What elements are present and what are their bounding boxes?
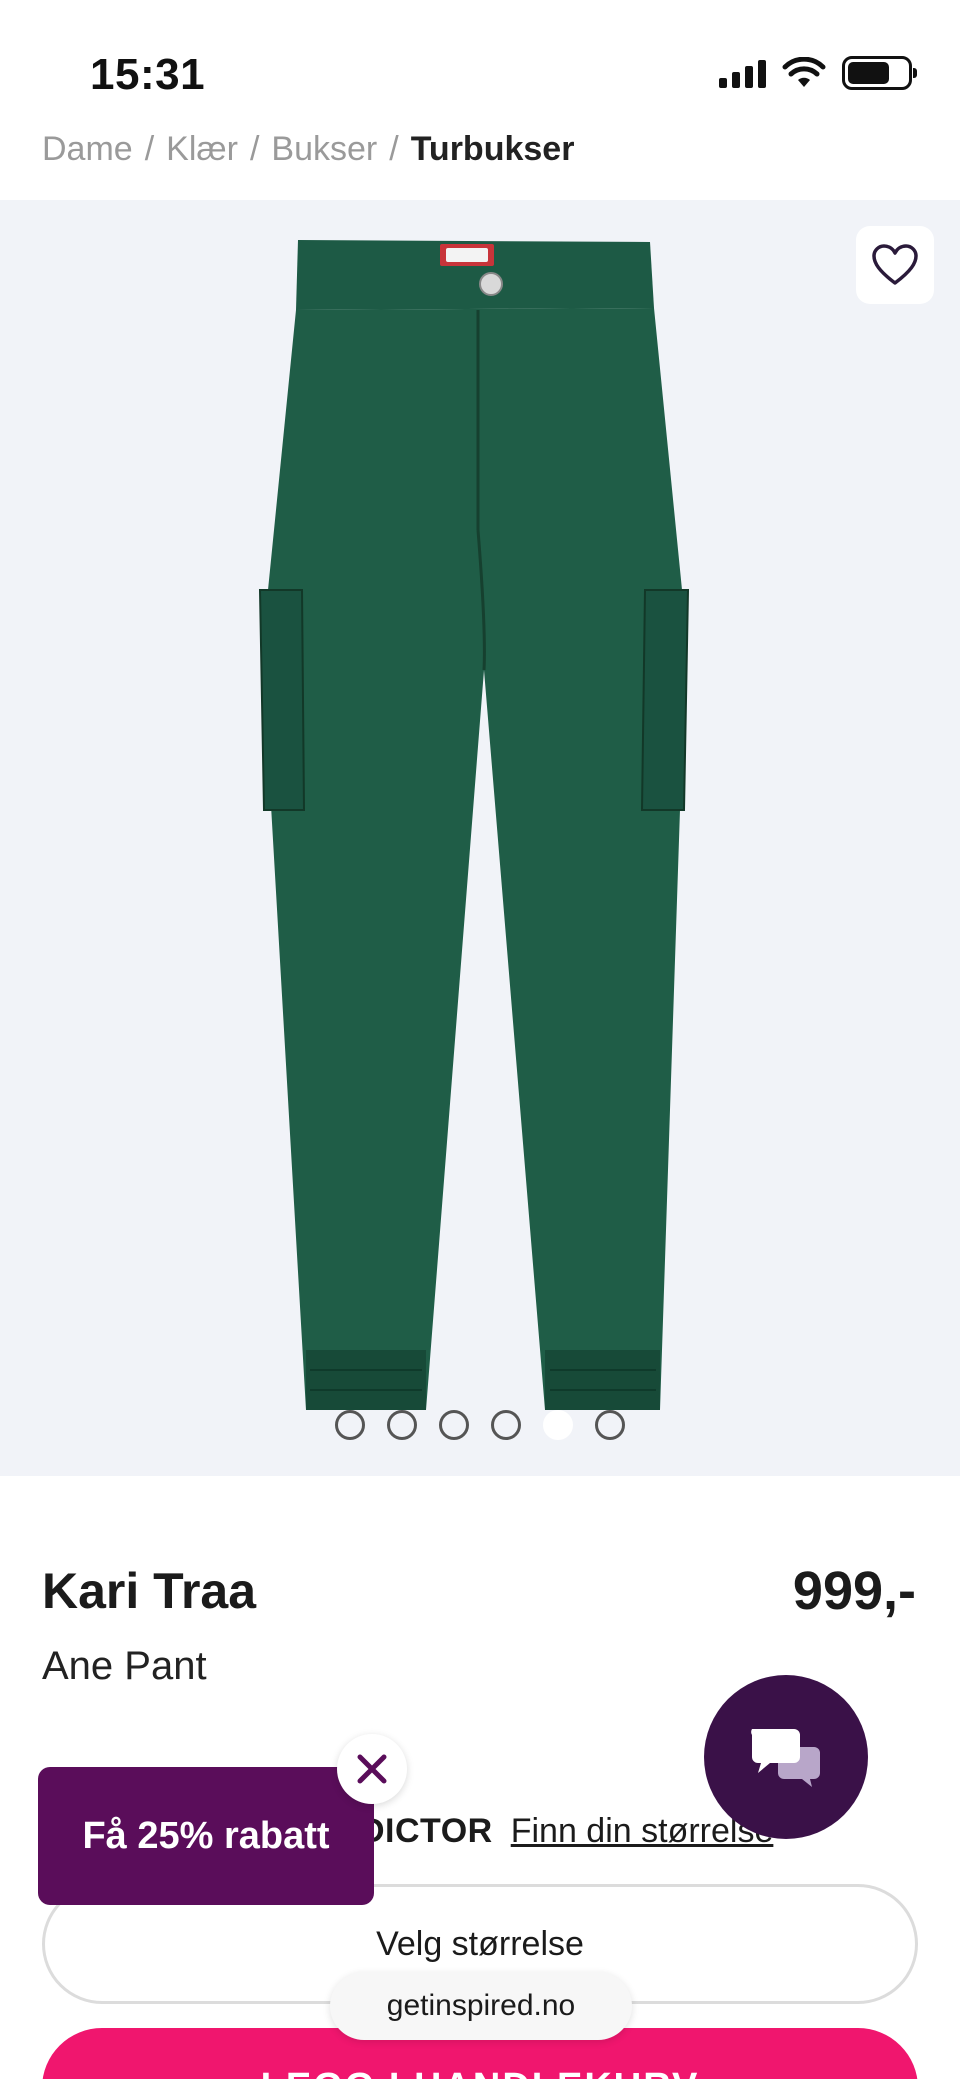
discount-label: Få 25% rabatt — [82, 1814, 330, 1857]
breadcrumb-item-bukser[interactable]: Bukser — [271, 130, 377, 169]
discount-banner[interactable]: Få 25% rabatt — [38, 1767, 374, 1905]
status-time: 15:31 — [90, 50, 206, 99]
discount-close-button[interactable] — [337, 1734, 407, 1804]
status-icons — [719, 56, 917, 90]
product-name: Ane Pant — [42, 1644, 207, 1688]
breadcrumb-item-klaer[interactable]: Klær — [166, 130, 238, 169]
product-gallery[interactable] — [0, 200, 960, 1476]
close-icon — [357, 1754, 387, 1784]
breadcrumb-current: Turbukser — [410, 130, 575, 168]
size-select-placeholder: Velg størrelse — [376, 1924, 584, 1963]
breadcrumb-separator: / — [249, 130, 260, 168]
product-image — [258, 240, 690, 1410]
browser-url-pill[interactable]: getinspired.no — [330, 1972, 632, 2040]
chat-bubbles-icon — [751, 1729, 820, 1787]
gallery-dot[interactable] — [595, 1410, 625, 1440]
size-predictor-label: DICTOR — [360, 1812, 493, 1850]
size-predictor: DICTOR Finn din størrelse — [360, 1812, 773, 1851]
gallery-dot-active[interactable] — [543, 1410, 573, 1440]
gallery-dot[interactable] — [387, 1410, 417, 1440]
favorite-button[interactable] — [856, 226, 934, 304]
breadcrumb-item-dame[interactable]: Dame — [42, 130, 133, 169]
gallery-pagination — [0, 1410, 960, 1440]
product-brand[interactable]: Kari Traa — [42, 1562, 256, 1620]
gallery-dot[interactable] — [439, 1410, 469, 1440]
status-bar: 15:31 — [0, 0, 960, 120]
browser-url: getinspired.no — [386, 1989, 576, 2022]
signal-icon — [719, 58, 766, 88]
product-price: 999,- — [792, 1561, 916, 1621]
battery-icon — [842, 56, 917, 90]
chat-button[interactable] — [704, 1675, 868, 1839]
breadcrumb-separator: / — [144, 130, 155, 168]
wifi-icon — [782, 57, 826, 87]
heart-icon — [872, 244, 918, 285]
breadcrumb-separator: / — [389, 130, 399, 168]
gallery-dot[interactable] — [491, 1410, 521, 1440]
breadcrumb: Dame / Klær / Bukser / Turbukser — [42, 130, 574, 169]
gallery-dot[interactable] — [335, 1410, 365, 1440]
